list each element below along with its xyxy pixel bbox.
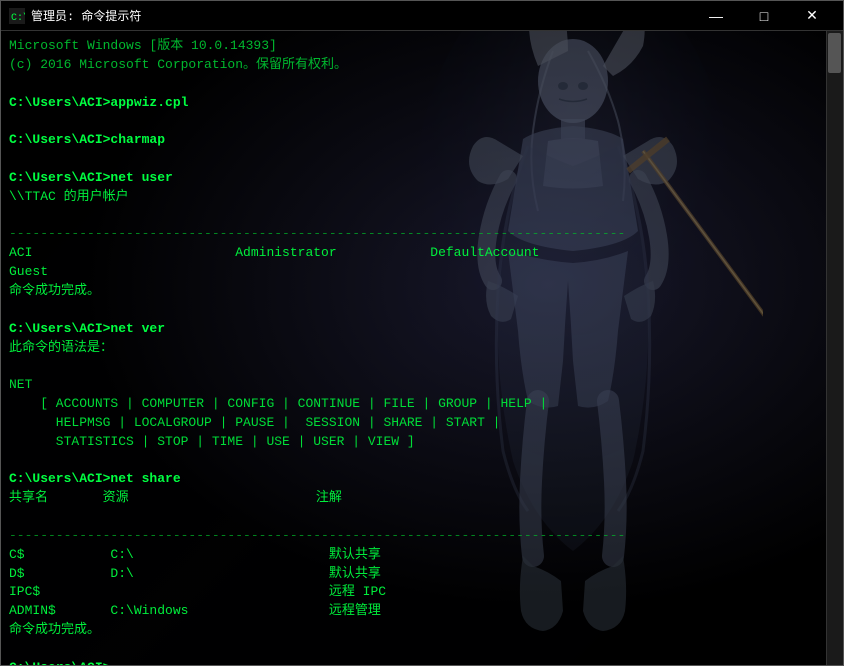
window-controls: — □ ✕ bbox=[693, 1, 835, 31]
terminal-line: Microsoft Windows [版本 10.0.14393] bbox=[9, 37, 835, 56]
terminal-line bbox=[9, 640, 835, 659]
terminal-line bbox=[9, 508, 835, 527]
terminal-line: C:\Users\ACI> bbox=[9, 659, 835, 665]
scrollbar-thumb[interactable] bbox=[828, 33, 841, 73]
terminal-line: HELPMSG | LOCALGROUP | PAUSE | SESSION |… bbox=[9, 414, 835, 433]
terminal-container[interactable]: Microsoft Windows [版本 10.0.14393](c) 201… bbox=[1, 31, 843, 665]
terminal-line bbox=[9, 75, 835, 94]
terminal-line: D$ D:\ 默认共享 bbox=[9, 565, 835, 584]
titlebar: C:\ 管理员: 命令提示符 — □ ✕ bbox=[1, 1, 843, 31]
terminal-line bbox=[9, 207, 835, 226]
terminal-line: [ ACCOUNTS | COMPUTER | CONFIG | CONTINU… bbox=[9, 395, 835, 414]
terminal-line: ACI Administrator DefaultAccount bbox=[9, 244, 835, 263]
close-button[interactable]: ✕ bbox=[789, 1, 835, 31]
terminal-line: C:\Users\ACI>net share bbox=[9, 470, 835, 489]
terminal-line: C:\Users\ACI>net user bbox=[9, 169, 835, 188]
terminal-line: ----------------------------------------… bbox=[9, 225, 835, 244]
terminal-line: STATISTICS | STOP | TIME | USE | USER | … bbox=[9, 433, 835, 452]
terminal-line: IPC$ 远程 IPC bbox=[9, 583, 835, 602]
terminal-line: \\TTAC 的用户帐户 bbox=[9, 188, 835, 207]
terminal-line: ADMIN$ C:\Windows 远程管理 bbox=[9, 602, 835, 621]
terminal-line: (c) 2016 Microsoft Corporation。保留所有权利。 bbox=[9, 56, 835, 75]
terminal-line bbox=[9, 301, 835, 320]
terminal-line: C:\Users\ACI>net ver bbox=[9, 320, 835, 339]
terminal-line: C:\Users\ACI>appwiz.cpl bbox=[9, 94, 835, 113]
terminal-line: 共享名 资源 注解 bbox=[9, 489, 835, 508]
cmd-window: C:\ 管理员: 命令提示符 — □ ✕ bbox=[0, 0, 844, 666]
terminal-line: C:\Users\ACI>charmap bbox=[9, 131, 835, 150]
svg-text:C:\: C:\ bbox=[11, 12, 25, 24]
minimize-button[interactable]: — bbox=[693, 1, 739, 31]
terminal-line bbox=[9, 357, 835, 376]
terminal-lines: Microsoft Windows [版本 10.0.14393](c) 201… bbox=[9, 37, 835, 665]
terminal-line bbox=[9, 150, 835, 169]
terminal-line: NET bbox=[9, 376, 835, 395]
window-title: 管理员: 命令提示符 bbox=[31, 7, 693, 24]
terminal-line: Guest bbox=[9, 263, 835, 282]
terminal-line: ----------------------------------------… bbox=[9, 527, 835, 546]
terminal-line: 此命令的语法是： bbox=[9, 339, 835, 358]
terminal-output[interactable]: Microsoft Windows [版本 10.0.14393](c) 201… bbox=[1, 31, 843, 665]
terminal-line bbox=[9, 112, 835, 131]
maximize-button[interactable]: □ bbox=[741, 1, 787, 31]
terminal-line: C$ C:\ 默认共享 bbox=[9, 546, 835, 565]
cmd-icon: C:\ bbox=[9, 8, 25, 24]
terminal-line bbox=[9, 452, 835, 471]
scrollbar[interactable] bbox=[826, 31, 843, 665]
terminal-line: 命令成功完成。 bbox=[9, 282, 835, 301]
terminal-line: 命令成功完成。 bbox=[9, 621, 835, 640]
